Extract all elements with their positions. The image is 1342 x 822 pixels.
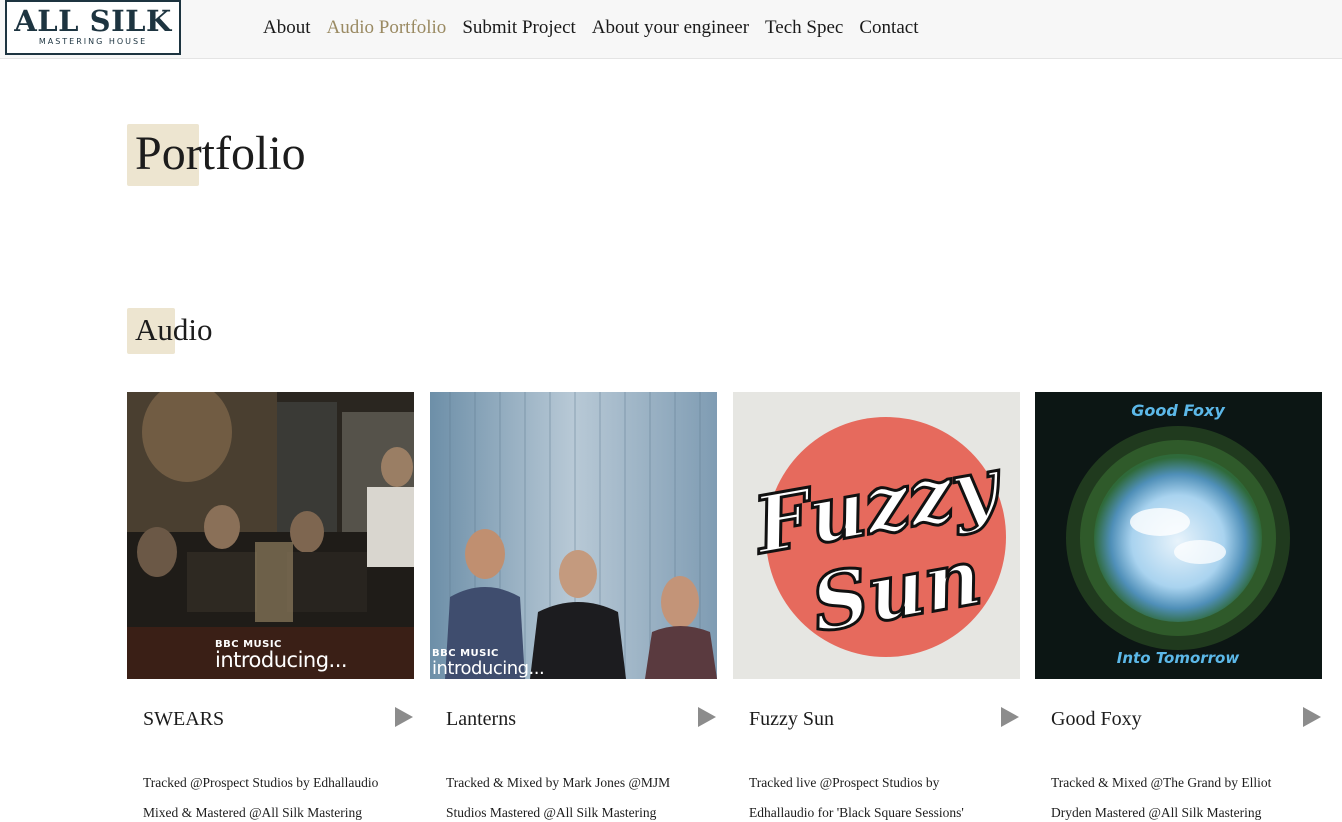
credit-line: Tracked live @Prospect Studios by bbox=[749, 775, 940, 790]
bbc-introducing-badge: BBC MUSIC introducing... bbox=[215, 639, 348, 672]
credit-line: Dryden Mastered @All Silk Mastering bbox=[1051, 805, 1262, 820]
album-art-good-foxy[interactable]: Good Foxy Into Tomorrow bbox=[1035, 392, 1322, 679]
credit-line: Studios Mastered @All Silk Mastering bbox=[446, 805, 657, 820]
play-icon[interactable] bbox=[1001, 707, 1019, 727]
card-credits: Tracked & Mixed @The Grand by Elliot Dry… bbox=[1051, 768, 1311, 822]
card-credits: Tracked live @Prospect Studios by Edhall… bbox=[749, 768, 1009, 822]
card-title: SWEARS bbox=[143, 708, 225, 730]
portfolio-card-swears: BBC MUSIC introducing... SWEARS Tracked … bbox=[127, 392, 414, 820]
section-title: Audio bbox=[127, 308, 213, 354]
album-art-swears[interactable]: BBC MUSIC introducing... bbox=[127, 392, 414, 679]
portfolio-card-lanterns: BBC MUSIC introducing... Lanterns Tracke… bbox=[430, 392, 717, 820]
section-title-text: Audio bbox=[135, 312, 213, 347]
play-icon[interactable] bbox=[395, 707, 413, 727]
introducing-label: introducing... bbox=[215, 648, 348, 672]
card-title: Good Foxy bbox=[1051, 708, 1142, 730]
portfolio-card-fuzzy-sun: Fuzzy Sun Fuzzy Sun Tracked live @Prospe… bbox=[733, 392, 1020, 820]
card-title: Lanterns bbox=[446, 708, 516, 730]
nav-tech-spec[interactable]: Tech Spec bbox=[757, 16, 851, 40]
credit-line: Edhallaudio for 'Black Square Sessions' bbox=[749, 805, 964, 820]
credit-line: Tracked & Mixed by Mark Jones @MJM bbox=[446, 775, 671, 790]
credit-line: Tracked @Prospect Studios by Edhallaudio bbox=[143, 775, 379, 790]
album-art-lanterns[interactable]: BBC MUSIC introducing... bbox=[430, 392, 717, 679]
nav-audio-portfolio[interactable]: Audio Portfolio bbox=[319, 16, 455, 40]
page-title-text: Portfolio bbox=[135, 127, 306, 180]
card-credits: Tracked @Prospect Studios by Edhallaudio… bbox=[143, 768, 403, 822]
play-icon[interactable] bbox=[1303, 707, 1321, 727]
nav-contact[interactable]: Contact bbox=[851, 16, 926, 40]
portfolio-card-good-foxy: Good Foxy Into Tomorrow Good Foxy Tracke… bbox=[1035, 392, 1322, 820]
good-foxy-art-top: Good Foxy bbox=[1131, 401, 1225, 420]
credit-line: Mixed & Mastered @All Silk Mastering bbox=[143, 805, 363, 820]
nav-about[interactable]: About bbox=[255, 16, 319, 40]
good-foxy-art-bottom: Into Tomorrow bbox=[1117, 649, 1240, 667]
introducing-label: introducing... bbox=[432, 658, 545, 679]
site-logo[interactable]: ALL SILK MASTERING HOUSE bbox=[5, 0, 181, 55]
card-credits: Tracked & Mixed by Mark Jones @MJM Studi… bbox=[446, 768, 706, 822]
album-art-fuzzy-sun[interactable]: Fuzzy Sun bbox=[733, 392, 1020, 679]
page-title: Portfolio bbox=[127, 124, 306, 186]
logo-tagline: MASTERING HOUSE bbox=[38, 37, 148, 46]
nav-submit-project[interactable]: Submit Project bbox=[454, 16, 583, 40]
main-nav: About Audio Portfolio Submit Project Abo… bbox=[255, 16, 926, 40]
nav-about-engineer[interactable]: About your engineer bbox=[584, 16, 757, 40]
card-title: Fuzzy Sun bbox=[749, 708, 834, 730]
play-icon[interactable] bbox=[698, 707, 716, 727]
credit-line: Tracked & Mixed @The Grand by Elliot bbox=[1051, 775, 1272, 790]
site-header: ALL SILK MASTERING HOUSE About Audio Por… bbox=[0, 0, 1342, 59]
bbc-introducing-badge: BBC MUSIC introducing... bbox=[432, 648, 545, 679]
logo-name: ALL SILK bbox=[14, 4, 172, 38]
